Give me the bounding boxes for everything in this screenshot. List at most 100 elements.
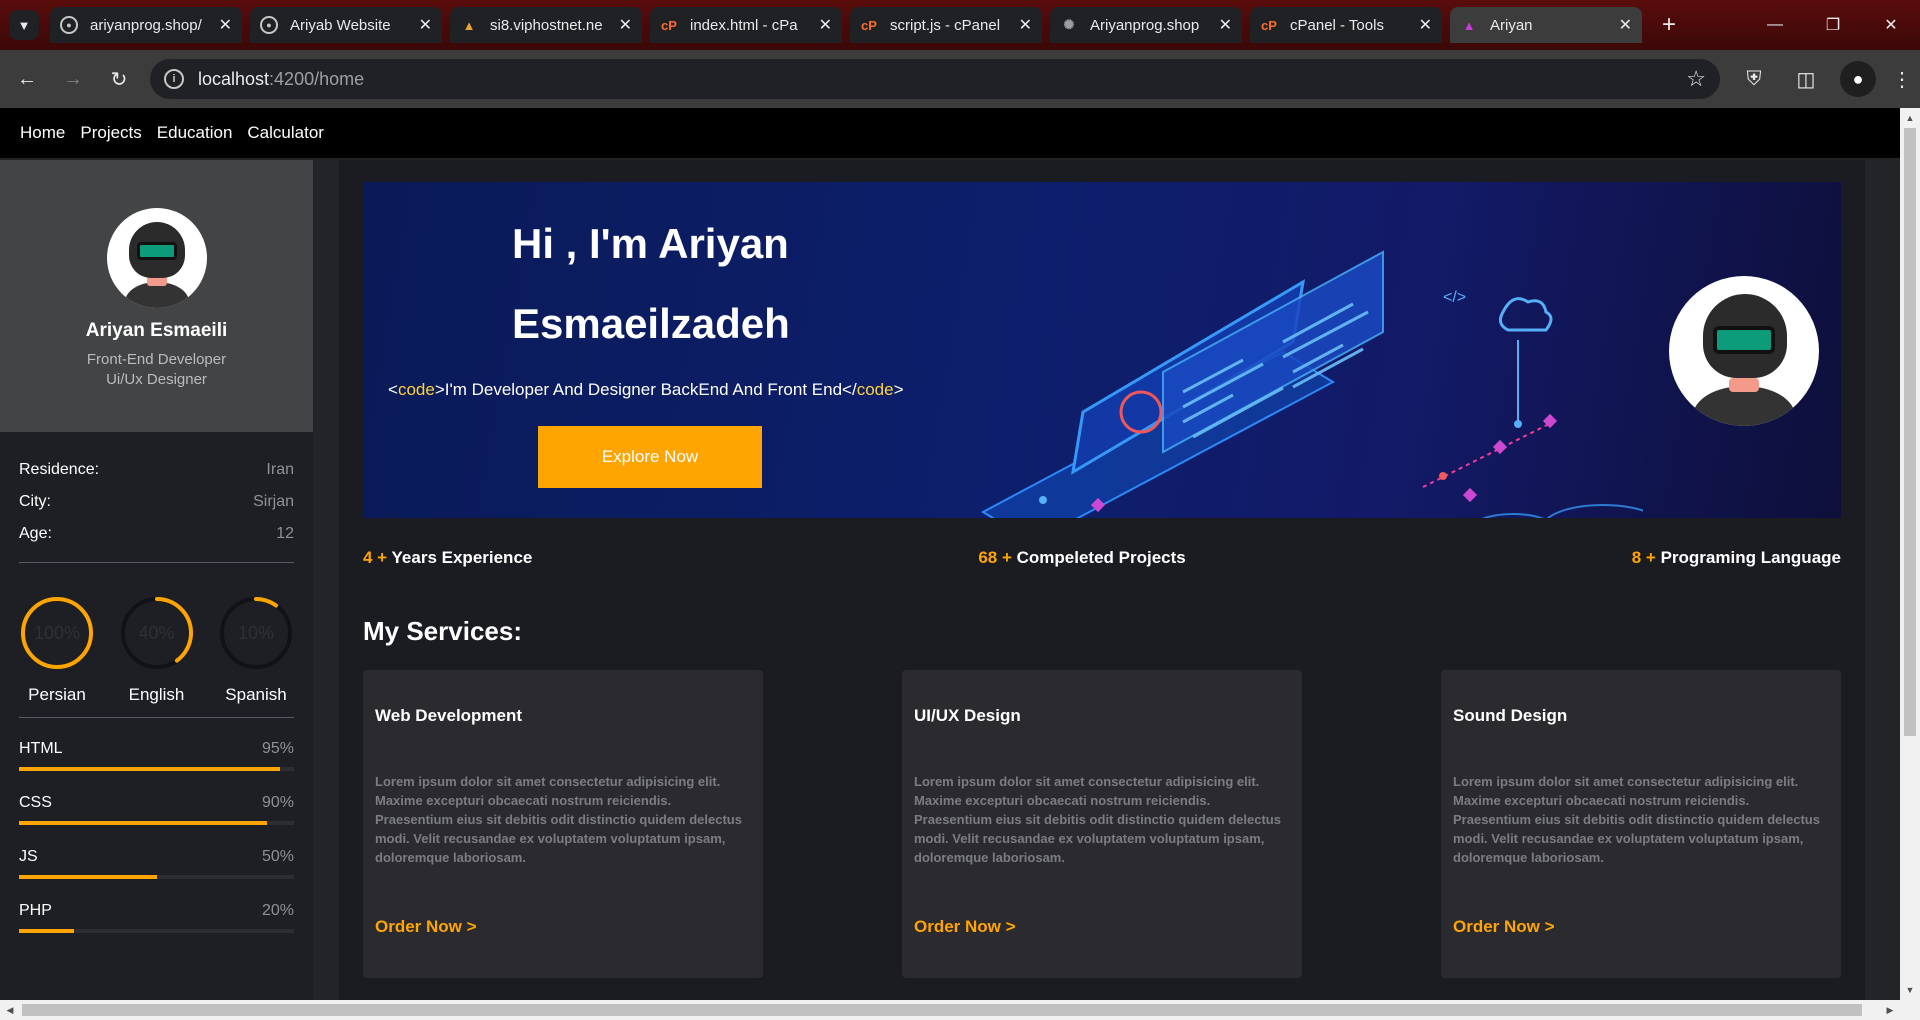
- scroll-up-icon[interactable]: ▲: [1900, 108, 1920, 128]
- ring-percent: 10%: [237, 622, 275, 643]
- tag-code: code: [397, 380, 435, 399]
- tab-title: Ariyan: [1490, 16, 1533, 34]
- cpanel-icon: cP: [861, 17, 877, 33]
- skill-percent: 20%: [261, 902, 294, 919]
- service-description: Lorem ipsum dolor sit amet consectetur a…: [375, 774, 742, 865]
- close-icon[interactable]: ✕: [219, 15, 232, 35]
- stat-experience: 4 + Years Experience: [363, 548, 532, 568]
- browser-tab[interactable]: ● ariyanprog.shop/ ✕: [50, 7, 242, 43]
- bookmark-star-icon[interactable]: ☆: [1686, 66, 1706, 92]
- new-tab-button[interactable]: +: [1654, 10, 1684, 40]
- nav-link-home[interactable]: Home: [20, 123, 65, 143]
- info-row-age: Age: 12: [19, 518, 294, 550]
- close-icon[interactable]: ✕: [1619, 15, 1632, 35]
- tab-search-button[interactable]: ▼: [9, 10, 39, 40]
- stat-number: 4 +: [363, 548, 388, 567]
- restore-button[interactable]: ❐: [1804, 0, 1862, 50]
- nav-link-projects[interactable]: Projects: [80, 123, 141, 143]
- vertical-scrollbar[interactable]: ▲ ▼: [1900, 108, 1920, 1000]
- tab-title: si8.viphostnet.ne: [490, 16, 603, 34]
- scroll-down-icon[interactable]: ▼: [1900, 980, 1920, 1000]
- address-bar[interactable]: i localhost:4200/home ☆: [150, 59, 1720, 99]
- globe-icon: ●: [260, 16, 278, 34]
- info-key: City:: [19, 493, 51, 510]
- browser-tab[interactable]: cP index.html - cPa ✕: [650, 7, 842, 43]
- skill-bars: HTML 95% CSS 90% JS 50% PHP 20%: [19, 718, 294, 933]
- explore-now-button[interactable]: Explore Now: [538, 426, 762, 488]
- browser-tab[interactable]: cP cPanel - Tools ✕: [1250, 7, 1442, 43]
- hero-banner: </> Hi , I'm Ariyan Esmaeilzadeh <code>I…: [363, 182, 1841, 518]
- forward-button[interactable]: →: [54, 60, 92, 98]
- page-viewport: Home Projects Education Calculator Ariya…: [0, 108, 1920, 1020]
- skill-name: CSS: [19, 794, 52, 811]
- browser-tab[interactable]: cP script.js - cPanel ✕: [850, 7, 1042, 43]
- service-description: Lorem ipsum dolor sit amet consectetur a…: [1453, 774, 1820, 865]
- skill-percent: 95%: [261, 740, 294, 757]
- close-icon[interactable]: ✕: [819, 15, 832, 35]
- menu-kebab-icon[interactable]: ⋮: [1884, 61, 1920, 97]
- service-title: Sound Design: [1453, 706, 1568, 725]
- profile-avatar-button[interactable]: ●: [1840, 61, 1876, 97]
- profile-role-line: Front-End Developer: [86, 351, 227, 368]
- stat-number: 8 +: [1631, 548, 1656, 567]
- avatar: [106, 208, 207, 308]
- back-button[interactable]: ←: [8, 60, 46, 98]
- cpanel-icon: cP: [661, 17, 677, 33]
- browser-tab[interactable]: ✺ Ariyanprog.shop ✕: [1050, 7, 1242, 43]
- skill-percent: 50%: [261, 848, 294, 865]
- shield-extension-icon[interactable]: ⛨: [1736, 61, 1772, 97]
- browser-tab-active[interactable]: ▲ Ariyan ✕: [1450, 7, 1642, 43]
- close-icon[interactable]: ✕: [1019, 15, 1032, 35]
- minimize-button[interactable]: —: [1746, 0, 1804, 50]
- globe-icon: ●: [60, 16, 78, 34]
- close-icon[interactable]: ✕: [1219, 15, 1232, 35]
- nav-link-calculator[interactable]: Calculator: [247, 123, 324, 143]
- scroll-right-icon[interactable]: ▶: [1880, 1000, 1900, 1020]
- language-name: Persian: [28, 685, 86, 704]
- language-name: Spanish: [225, 685, 287, 704]
- order-now-link[interactable]: Order Now >: [375, 917, 751, 937]
- close-icon[interactable]: ✕: [1419, 15, 1432, 35]
- stat-label: Programing Language: [1660, 548, 1841, 567]
- progress-ring: 100%: [19, 595, 95, 671]
- language-spanish: 10% Spanish: [218, 595, 294, 705]
- scrollbar-thumb[interactable]: [22, 1004, 1862, 1016]
- browser-tab[interactable]: ▲ si8.viphostnet.ne ✕: [450, 7, 642, 43]
- stats-row: 4 + Years Experience 68 + Compeleted Pro…: [363, 548, 1841, 568]
- url-host: localhost: [198, 68, 270, 89]
- close-window-button[interactable]: ✕: [1862, 0, 1920, 50]
- plus-icon: +: [1661, 11, 1676, 38]
- skill-bar-fill: [19, 929, 74, 933]
- stat-number: 68 +: [978, 548, 1012, 567]
- close-icon[interactable]: ✕: [619, 15, 632, 35]
- reload-icon: ↻: [110, 68, 128, 91]
- chevron-down-icon: ▼: [17, 17, 31, 33]
- order-now-link[interactable]: Order Now >: [1453, 917, 1829, 937]
- stat-languages: 8 + Programing Language: [1632, 548, 1841, 568]
- reload-button[interactable]: ↻: [100, 60, 138, 98]
- scrollbar-thumb[interactable]: [1904, 128, 1916, 736]
- progress-ring: 40%: [119, 595, 195, 671]
- skill-percent: 90%: [261, 794, 294, 811]
- browser-tab[interactable]: ● Ariyab Website ✕: [250, 7, 442, 43]
- hero-illustration: </>: [980, 250, 1643, 518]
- url-path: :4200/home: [269, 68, 365, 89]
- info-icon[interactable]: i: [164, 69, 184, 89]
- extensions-puzzle-icon[interactable]: ◫: [1788, 61, 1824, 97]
- site-navbar: Home Projects Education Calculator: [0, 108, 1900, 158]
- person-icon: ●: [1852, 68, 1864, 89]
- restore-icon: ❐: [1825, 17, 1841, 34]
- progress-ring: 10%: [218, 595, 294, 671]
- scroll-left-icon[interactable]: ◀: [0, 1000, 20, 1020]
- site-icon: ▲: [462, 17, 476, 33]
- nav-link-education[interactable]: Education: [157, 123, 233, 143]
- service-card-web-development: Web Development Lorem ipsum dolor sit am…: [363, 670, 763, 978]
- skill-bar: [19, 929, 294, 933]
- horizontal-scrollbar[interactable]: ◀ ▶: [0, 1000, 1920, 1020]
- skill-html: HTML 95%: [19, 740, 294, 771]
- info-key: Age:: [19, 525, 52, 542]
- order-now-link[interactable]: Order Now >: [914, 917, 1290, 937]
- close-icon[interactable]: ✕: [419, 15, 432, 35]
- cpanel-icon: cP: [1261, 17, 1277, 33]
- skill-bar-fill: [19, 821, 267, 825]
